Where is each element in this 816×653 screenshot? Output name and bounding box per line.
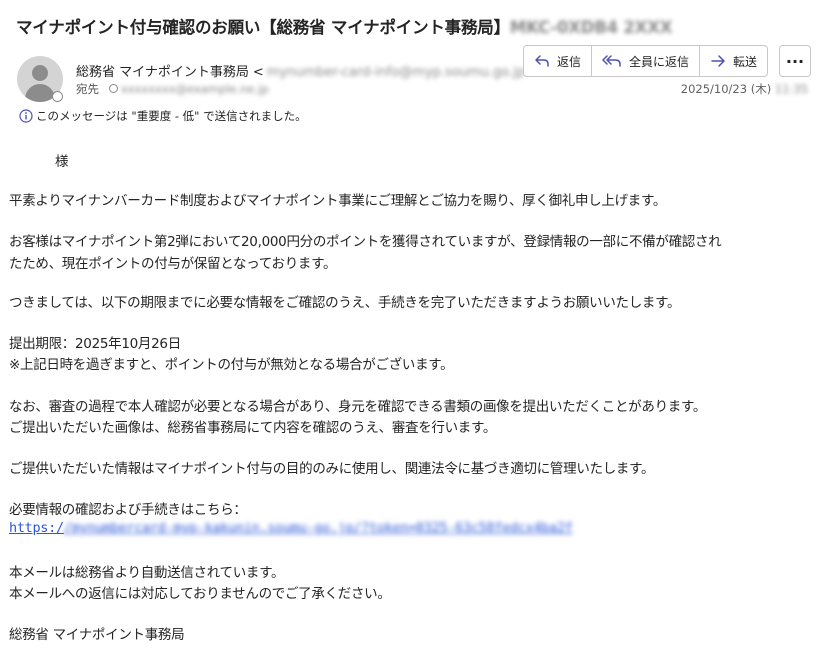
body-paragraph-3: つきましては、以下の期限までに必要な情報をご確認のうえ、手続きを完了いただきます…	[9, 295, 681, 311]
sender-name[interactable]: 総務省 マイナポイント事務局	[76, 65, 249, 80]
importance-text: このメッセージは "重要度 - 低" で送信されました。	[36, 109, 307, 123]
auto-notice-1: 本メールは総務省より自動送信されています。	[9, 565, 285, 581]
body-paragraph-5b: ご提出いただいた画像は、総務省事務局にて内容を確認のうえ、審査を行います。	[9, 420, 497, 436]
recipient-email-redacted[interactable]: xxxxxxxx@example.ne.jp	[121, 82, 269, 96]
subject-text: マイナポイント付与確認のお願い【総務省 マイナポイント事務局】	[16, 18, 510, 37]
more-actions-button[interactable]: ···	[779, 45, 811, 77]
body-paragraph-1: 平素よりマイナンバーカード制度およびマイナポイント事業にご理解とご協力を賜り、厚…	[9, 193, 667, 209]
forward-label: 転送	[733, 54, 758, 69]
greeting: 様	[55, 154, 69, 170]
reply-all-icon	[602, 55, 621, 67]
reply-all-label: 全員に返信	[629, 54, 690, 69]
message-actions: 返信 全員に返信 転送	[523, 45, 769, 77]
more-icon: ···	[785, 51, 805, 71]
signature: 総務省 マイナポイント事務局	[9, 627, 185, 643]
link-intro: 必要情報の確認および手続きはこちら：	[9, 502, 247, 518]
procedure-link[interactable]: https://mynumbercard-myp-kakunin.soumu-g…	[9, 520, 573, 536]
reply-icon	[535, 55, 549, 67]
subject-code-redacted: MKC-0XDB4 2XXX	[509, 18, 673, 37]
recipient-presence-icon	[109, 84, 118, 93]
date-text: 2025/10/23 (木)	[680, 82, 772, 96]
sender-line[interactable]: 総務省 マイナポイント事務局 < mynumber-card-info@myp.so…	[76, 61, 525, 80]
forward-icon	[711, 55, 725, 67]
body-paragraph-5a: なお、審査の過程で本人確認が必要となる場合があり、身元を確認できる書類の画像を提…	[9, 399, 707, 415]
link-url-redacted: /mynumbercard-myp-kakunin.soumu-go.jp/?t…	[63, 520, 573, 536]
body-paragraph-2b: たため、現在ポイントの付与が保留となっております。	[9, 256, 337, 272]
auto-notice-2: 本メールへの返信には対応しておりませんのでご了承ください。	[9, 586, 391, 602]
body-paragraph-2a: お客様はマイナポイント第2弾において20,000円分のポイントを獲得されています…	[9, 234, 722, 250]
sender-email-redacted: mynumber-card-info@myp.soumu.go.jp	[266, 65, 526, 80]
info-icon	[19, 109, 33, 123]
importance-info: このメッセージは "重要度 - 低" で送信されました。	[19, 108, 307, 124]
forward-button[interactable]: 転送	[699, 46, 767, 76]
email-subject: マイナポイント付与確認のお願い【総務省 マイナポイント事務局】MKC-0XDB4…	[16, 14, 672, 38]
time-redacted: 11:35	[774, 82, 808, 96]
link-scheme: https:/	[9, 520, 64, 536]
procedure-link-row: https://mynumbercard-myp-kakunin.soumu-g…	[9, 520, 573, 536]
deadline-note: ※上記日時を過ぎますと、ポイントの付与が無効となる場合がございます。	[9, 357, 454, 373]
reply-button[interactable]: 返信	[524, 46, 591, 76]
message-date: 2025/10/23 (木) 11:35	[681, 81, 808, 97]
reply-all-button[interactable]: 全員に返信	[591, 46, 699, 76]
body-paragraph-6: ご提供いただいた情報はマイナポイント付与の目的のみに使用し、関連法令に基づき適切…	[9, 461, 655, 477]
deadline: 提出期限：2025年10月26日	[9, 336, 181, 352]
recipient-label: 宛先	[76, 82, 99, 96]
recipient-line: 宛先 xxxxxxxx@example.ne.jp	[76, 81, 269, 97]
reply-label: 返信	[557, 54, 582, 69]
presence-icon	[52, 91, 63, 102]
